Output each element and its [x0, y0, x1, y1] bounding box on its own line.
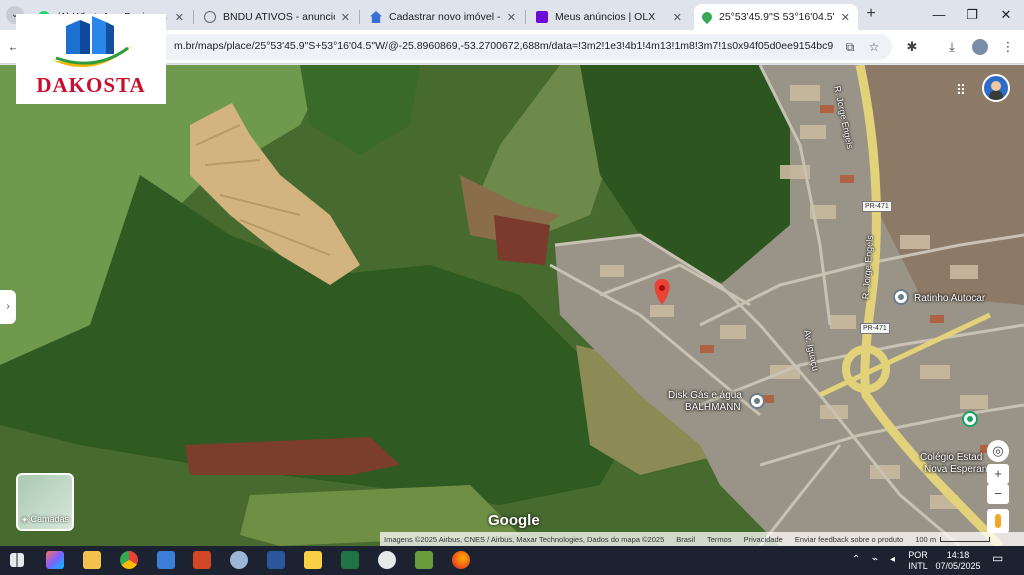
- street-view-pegman[interactable]: [987, 509, 1009, 533]
- imagery-credit: Imagens ©2025 Airbus, CNES / Airbus, Max…: [384, 534, 665, 544]
- minimize-button[interactable]: —: [924, 4, 954, 26]
- maps-pin-icon: [699, 9, 715, 25]
- poi-label-ratinho[interactable]: Ratinho Autocar: [914, 293, 985, 304]
- clock-time: 14:18: [946, 550, 970, 560]
- highway-shield: PR-471: [860, 323, 890, 334]
- close-icon[interactable]: ✕: [673, 11, 682, 24]
- close-icon[interactable]: ✕: [507, 11, 516, 24]
- tab-divider: [359, 10, 360, 24]
- powerpoint-icon[interactable]: [193, 551, 211, 569]
- windows-start-icon[interactable]: [10, 553, 24, 567]
- logo-text: DAKOSTA: [36, 73, 146, 97]
- address-bar[interactable]: m.br/maps/place/25°53'45.9"S+53°16'04.5"…: [140, 34, 892, 60]
- my-location-button[interactable]: ◎: [987, 440, 1009, 462]
- tab-title: 25°53'45.9"S 53°16'04.5"W -: [719, 11, 835, 23]
- highway-shield: PR-471: [862, 201, 892, 212]
- close-icon[interactable]: ✕: [341, 11, 350, 24]
- side-panel-toggle[interactable]: ›: [0, 290, 16, 324]
- clock-date: 07/05/2025: [935, 561, 981, 571]
- minus-icon: −: [994, 486, 1002, 501]
- tab-bndu[interactable]: BNDU ATIVOS - anuncios ✕: [196, 4, 358, 30]
- notification-icon[interactable]: ▭: [992, 552, 1003, 564]
- menu-dots-icon[interactable]: ⋮: [1000, 39, 1016, 55]
- clock[interactable]: 14:18 07/05/2025: [932, 550, 984, 572]
- zoom-out-button[interactable]: −: [987, 484, 1009, 504]
- poi-marker-colegio[interactable]: [962, 411, 978, 427]
- tab-cadastrar[interactable]: Cadastrar novo imóvel - Pai ✕: [362, 4, 524, 30]
- poi-label-disk-gas[interactable]: Disk Gás e água: [668, 390, 742, 401]
- house-icon: [370, 11, 382, 23]
- country-link[interactable]: Brasil: [676, 535, 695, 544]
- tab-olx[interactable]: Meus anúncios | OLX ✕: [528, 4, 690, 30]
- olx-icon: [536, 11, 548, 23]
- satellite-imagery: [0, 65, 1024, 546]
- keyboard-layout: INTL: [908, 561, 928, 571]
- new-tab-button[interactable]: +: [862, 6, 880, 24]
- tab-maps[interactable]: 25°53'45.9"S 53°16'04.5"W - ✕: [694, 4, 858, 30]
- logo-buildings-icon: [52, 16, 134, 68]
- disc-icon[interactable]: [378, 551, 396, 569]
- scale-text: 100 m: [915, 534, 937, 544]
- crosshair-icon: ◎: [992, 443, 1004, 458]
- poi-marker-ratinho[interactable]: [893, 289, 909, 305]
- extensions-puzzle-icon[interactable]: ✱: [904, 39, 920, 55]
- close-icon[interactable]: ✕: [841, 11, 850, 24]
- tab-title: Cadastrar novo imóvel - Pai: [389, 11, 501, 23]
- close-icon[interactable]: ✕: [175, 11, 184, 24]
- firefox-icon[interactable]: [452, 551, 470, 569]
- account-avatar[interactable]: [982, 74, 1010, 102]
- media-player-icon[interactable]: [415, 551, 433, 569]
- apps-grid-icon[interactable]: ⠿: [952, 81, 970, 99]
- tab-divider: [525, 10, 526, 24]
- language-indicator[interactable]: POR INTL: [906, 550, 930, 572]
- tab-title: BNDU ATIVOS - anuncios: [223, 11, 335, 23]
- scale-bar: [940, 536, 991, 542]
- volume-icon[interactable]: ◂: [890, 554, 895, 565]
- zoom-in-button[interactable]: +: [987, 464, 1009, 484]
- chrome-icon[interactable]: [120, 551, 138, 569]
- layers-label: ◈ Camadas: [18, 514, 72, 525]
- layers-button[interactable]: ◈ Camadas: [16, 473, 74, 531]
- map-attribution-bar: Imagens ©2025 Airbus, CNES / Airbus, Max…: [380, 532, 1024, 546]
- profile-avatar-icon[interactable]: [972, 39, 988, 55]
- windows-taskbar: ⌃ ⌁ ◂ POR INTL 14:18 07/05/2025 ▭: [0, 546, 1024, 575]
- terms-link[interactable]: Termos: [707, 535, 732, 544]
- globe-icon: [204, 11, 216, 23]
- install-app-icon[interactable]: ⧉: [842, 39, 858, 55]
- dakosta-logo: DAKOSTA: [16, 14, 166, 104]
- restore-button[interactable]: ❐: [957, 4, 987, 26]
- copilot-icon[interactable]: [46, 551, 64, 569]
- privacy-link[interactable]: Privacidade: [744, 535, 783, 544]
- window-close-button[interactable]: ✕: [991, 4, 1021, 26]
- calculator-icon[interactable]: [157, 551, 175, 569]
- feedback-link[interactable]: Enviar feedback sobre o produto: [795, 535, 903, 544]
- poi-marker-disk-gas[interactable]: [749, 393, 765, 409]
- url-text: m.br/maps/place/25°53'45.9"S+53°16'04.5"…: [174, 40, 834, 52]
- poi-label-colegio-2[interactable]: Nova Esperan: [924, 464, 987, 475]
- bookmark-star-icon[interactable]: ☆: [866, 39, 882, 55]
- file-explorer-icon[interactable]: [83, 551, 101, 569]
- tray-chevron-icon[interactable]: ⌃: [852, 554, 860, 565]
- excel-icon[interactable]: [341, 551, 359, 569]
- word-icon[interactable]: [267, 551, 285, 569]
- satellite-map[interactable]: R. Jorge Engels R. Jorge Engels Av. Igua…: [0, 65, 1024, 546]
- network-icon[interactable]: ⌁: [872, 554, 878, 565]
- tab-divider: [193, 10, 194, 24]
- download-icon[interactable]: ⤓: [944, 39, 960, 55]
- google-logo: Google: [488, 512, 540, 529]
- tab-title: Meus anúncios | OLX: [555, 11, 656, 23]
- connect-icon[interactable]: [230, 551, 248, 569]
- poi-label-disk-gas-2[interactable]: BALHMANN: [685, 402, 741, 413]
- layers-text: Camadas: [30, 514, 69, 524]
- layers-stack-icon: ◈: [21, 514, 28, 524]
- language-code: POR: [908, 550, 928, 560]
- scale-indicator[interactable]: 100 m: [915, 534, 991, 544]
- sticky-notes-icon[interactable]: [304, 551, 322, 569]
- poi-label-colegio[interactable]: Colégio Estad: [920, 452, 982, 463]
- plus-icon: +: [994, 466, 1002, 481]
